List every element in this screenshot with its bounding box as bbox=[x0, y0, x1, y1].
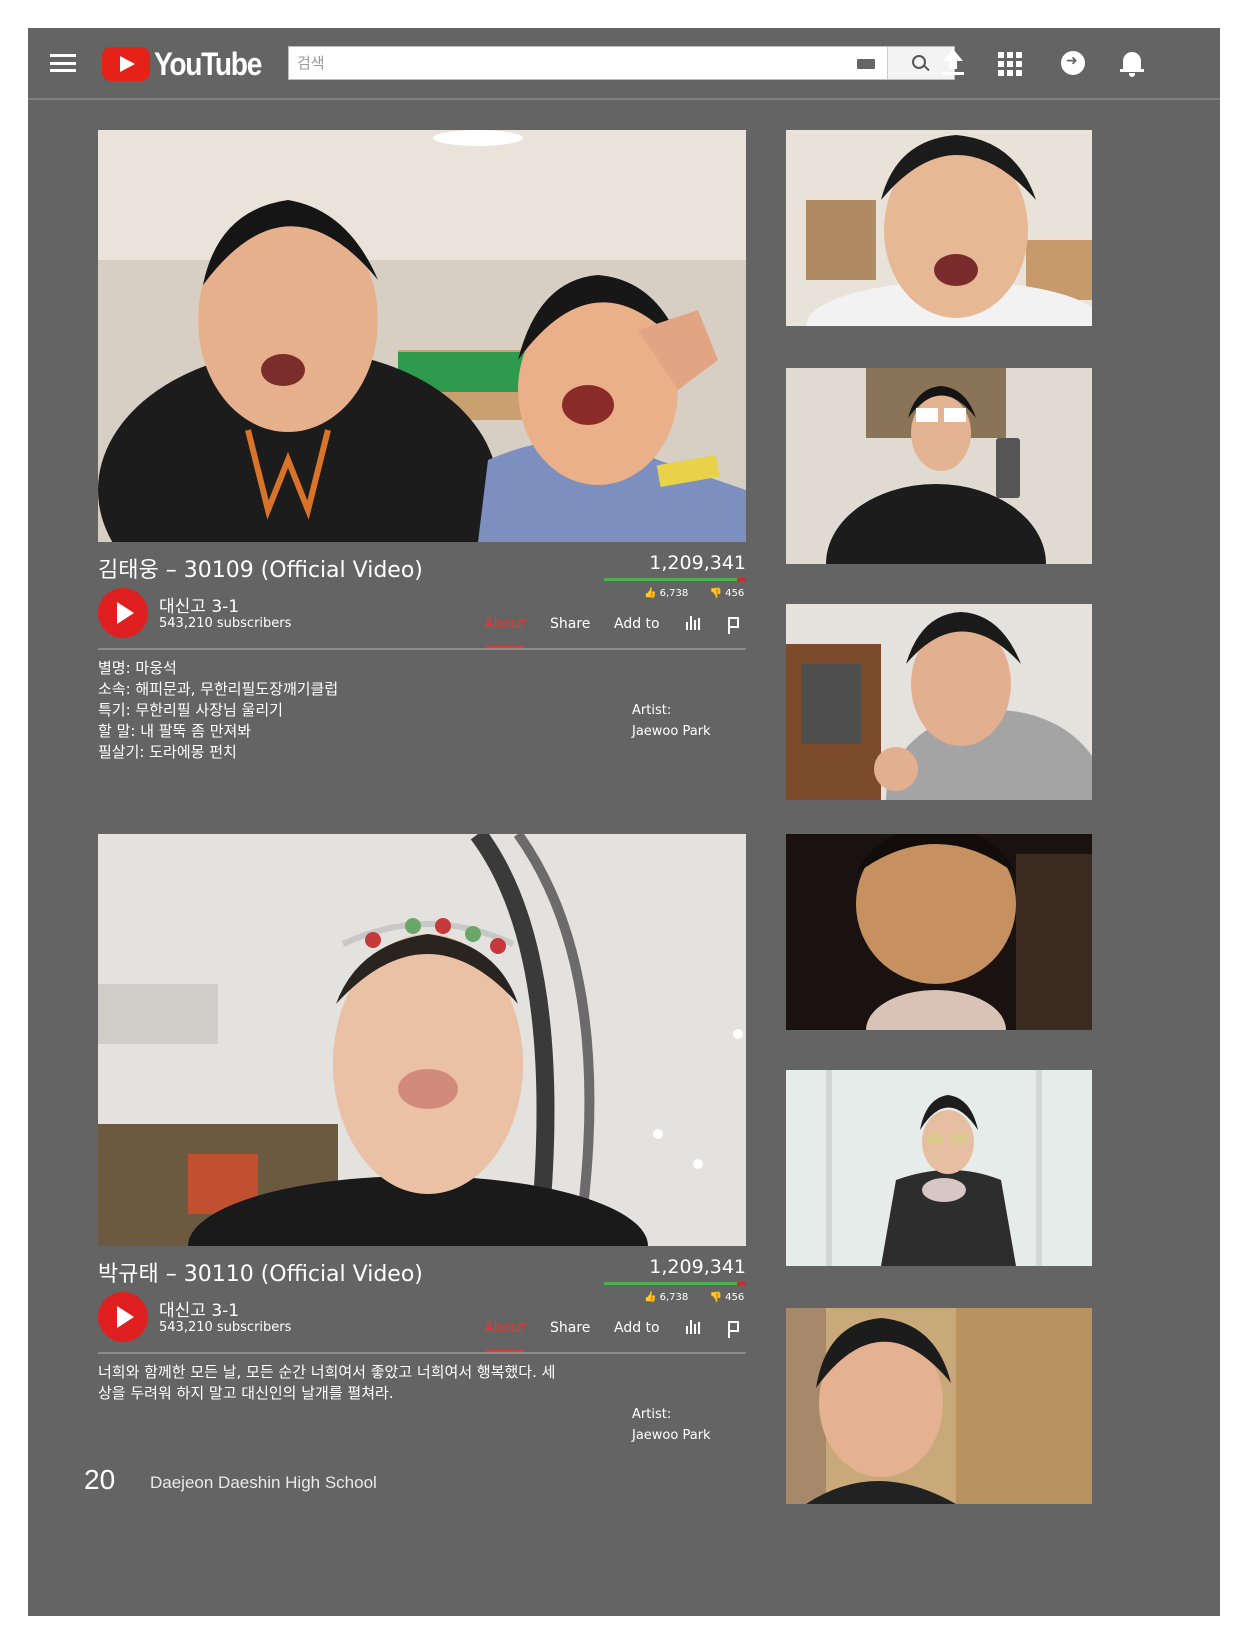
magazine-page: YouTube 검색 ➜ 김태웅 – 30109 (Official Video… bbox=[28, 28, 1220, 1616]
like-button[interactable]: 👍 6,738 bbox=[644, 1292, 688, 1303]
thumbnail-photo bbox=[786, 368, 1092, 564]
description-line: 상을 두려워 하지 말고 대신인의 날개를 펼쳐라. bbox=[98, 1384, 394, 1402]
video-photo-1 bbox=[98, 130, 746, 542]
channel-avatar-play-icon[interactable] bbox=[98, 588, 148, 638]
video-description: 너희와 함께한 모든 날, 모든 순간 너희여서 좋았고 너희여서 행복했다. … bbox=[98, 1362, 598, 1404]
description-line: 소속: 해피문과, 무한리필도장깨기클럽 bbox=[98, 680, 339, 698]
like-count: 6,738 bbox=[659, 1292, 689, 1303]
thumbnail-photo bbox=[786, 604, 1092, 800]
description-line: 할 말: 내 팔뚝 좀 만져봐 bbox=[98, 722, 252, 740]
tab-add-to[interactable]: Add to bbox=[614, 1320, 660, 1336]
stats-icon[interactable] bbox=[686, 616, 700, 630]
like-dislike-counts: 👍 6,738 👎 456 bbox=[644, 588, 744, 599]
tab-about[interactable]: About bbox=[484, 616, 525, 632]
thumbnail-photo bbox=[786, 1308, 1092, 1504]
dislike-count: 456 bbox=[725, 1292, 745, 1303]
video-card-1: 김태웅 – 30109 (Official Video) 1,209,341 👍… bbox=[98, 130, 746, 761]
video-title[interactable]: 김태웅 – 30109 (Official Video) bbox=[98, 552, 423, 584]
menu-icon[interactable] bbox=[50, 54, 76, 72]
play-logo-icon bbox=[102, 47, 150, 81]
thumbs-down-icon: 👎 bbox=[709, 588, 726, 599]
divider bbox=[98, 648, 746, 650]
like-button[interactable]: 👍 6,738 bbox=[644, 588, 688, 599]
video-photo-2 bbox=[98, 834, 746, 1246]
dislike-button[interactable]: 👎 456 bbox=[709, 1292, 744, 1303]
thumbnail-photo bbox=[786, 834, 1092, 1030]
tab-add-to[interactable]: Add to bbox=[614, 616, 660, 632]
description-line: 너희와 함께한 모든 날, 모든 순간 너희여서 좋았고 너희여서 행복했다. … bbox=[98, 1363, 556, 1381]
dislike-count: 456 bbox=[725, 588, 745, 599]
flag-icon[interactable] bbox=[728, 617, 739, 634]
like-ratio-bar bbox=[604, 1282, 746, 1285]
description-line: 특기: 무한리필 사장님 울리기 bbox=[98, 701, 283, 719]
thumbnail-1[interactable] bbox=[786, 130, 1092, 326]
like-count: 6,738 bbox=[659, 588, 689, 599]
like-ratio-fill bbox=[604, 578, 738, 581]
description-line: 필살기: 도라에몽 펀치 bbox=[98, 743, 237, 761]
apps-icon[interactable] bbox=[998, 52, 1022, 76]
thumbnail-5[interactable] bbox=[786, 1070, 1092, 1266]
subscriber-count: 543,210 subscribers bbox=[159, 1320, 292, 1335]
artist-name: Jaewoo Park bbox=[632, 724, 711, 739]
search-box bbox=[288, 46, 955, 80]
divider bbox=[98, 1352, 746, 1354]
dislike-button[interactable]: 👎 456 bbox=[709, 588, 744, 599]
tab-about[interactable]: About bbox=[484, 1320, 525, 1336]
youtube-header: YouTube bbox=[28, 28, 1220, 100]
stats-icon[interactable] bbox=[686, 1320, 700, 1334]
like-dislike-counts: 👍 6,738 👎 456 bbox=[644, 1292, 744, 1303]
thumbnail-photo bbox=[786, 1070, 1092, 1266]
video-description: 별명: 마웅석 소속: 해피문과, 무한리필도장깨기클럽 특기: 무한리필 사장… bbox=[98, 658, 598, 763]
channel-avatar-play-icon[interactable] bbox=[98, 1292, 148, 1342]
view-count: 1,209,341 bbox=[649, 1256, 746, 1278]
thumbnail-6[interactable] bbox=[786, 1308, 1092, 1504]
page-number: 20 bbox=[84, 1464, 116, 1495]
search-icon bbox=[912, 55, 926, 69]
artist-label: Artist: bbox=[632, 1407, 672, 1422]
keyboard-icon[interactable] bbox=[857, 59, 875, 69]
flag-icon[interactable] bbox=[728, 1321, 739, 1338]
subscriber-count: 543,210 subscribers bbox=[159, 616, 292, 631]
messages-icon[interactable] bbox=[1058, 48, 1088, 78]
thumbnail-2[interactable] bbox=[786, 368, 1092, 564]
thumbnail-4[interactable] bbox=[786, 834, 1092, 1030]
thumbs-up-icon: 👍 bbox=[644, 588, 660, 599]
school-name: Daejeon Daeshin High School bbox=[150, 1473, 377, 1492]
video-player-2[interactable] bbox=[98, 834, 746, 1246]
video-player-1[interactable] bbox=[98, 130, 746, 542]
thumbs-up-icon: 👍 bbox=[644, 1292, 660, 1303]
tab-share[interactable]: Share bbox=[550, 1320, 590, 1336]
channel-name[interactable]: 대신고 3-1 bbox=[159, 1296, 239, 1321]
thumbnail-3[interactable] bbox=[786, 604, 1092, 800]
video-title[interactable]: 박규태 – 30110 (Official Video) bbox=[98, 1256, 423, 1288]
thumbs-down-icon: 👎 bbox=[709, 1292, 726, 1303]
youtube-logo[interactable]: YouTube bbox=[102, 46, 276, 82]
thumbnail-photo bbox=[786, 130, 1092, 326]
logo-text: YouTube bbox=[154, 45, 262, 82]
like-ratio-bar bbox=[604, 578, 746, 581]
description-line: 별명: 마웅석 bbox=[98, 659, 177, 677]
channel-name[interactable]: 대신고 3-1 bbox=[159, 592, 239, 617]
notifications-icon[interactable] bbox=[1118, 48, 1148, 78]
like-ratio-fill bbox=[604, 1282, 738, 1285]
artist-credit: Artist: Jaewoo Park bbox=[632, 700, 711, 742]
search-input[interactable] bbox=[289, 47, 889, 79]
artist-label: Artist: bbox=[632, 703, 672, 718]
view-count: 1,209,341 bbox=[649, 552, 746, 574]
video-card-2: 박규태 – 30110 (Official Video) 1,209,341 👍… bbox=[98, 834, 746, 1443]
upload-icon[interactable] bbox=[938, 48, 968, 78]
tab-share[interactable]: Share bbox=[550, 616, 590, 632]
artist-credit: Artist: Jaewoo Park bbox=[632, 1404, 711, 1446]
artist-name: Jaewoo Park bbox=[632, 1428, 711, 1443]
